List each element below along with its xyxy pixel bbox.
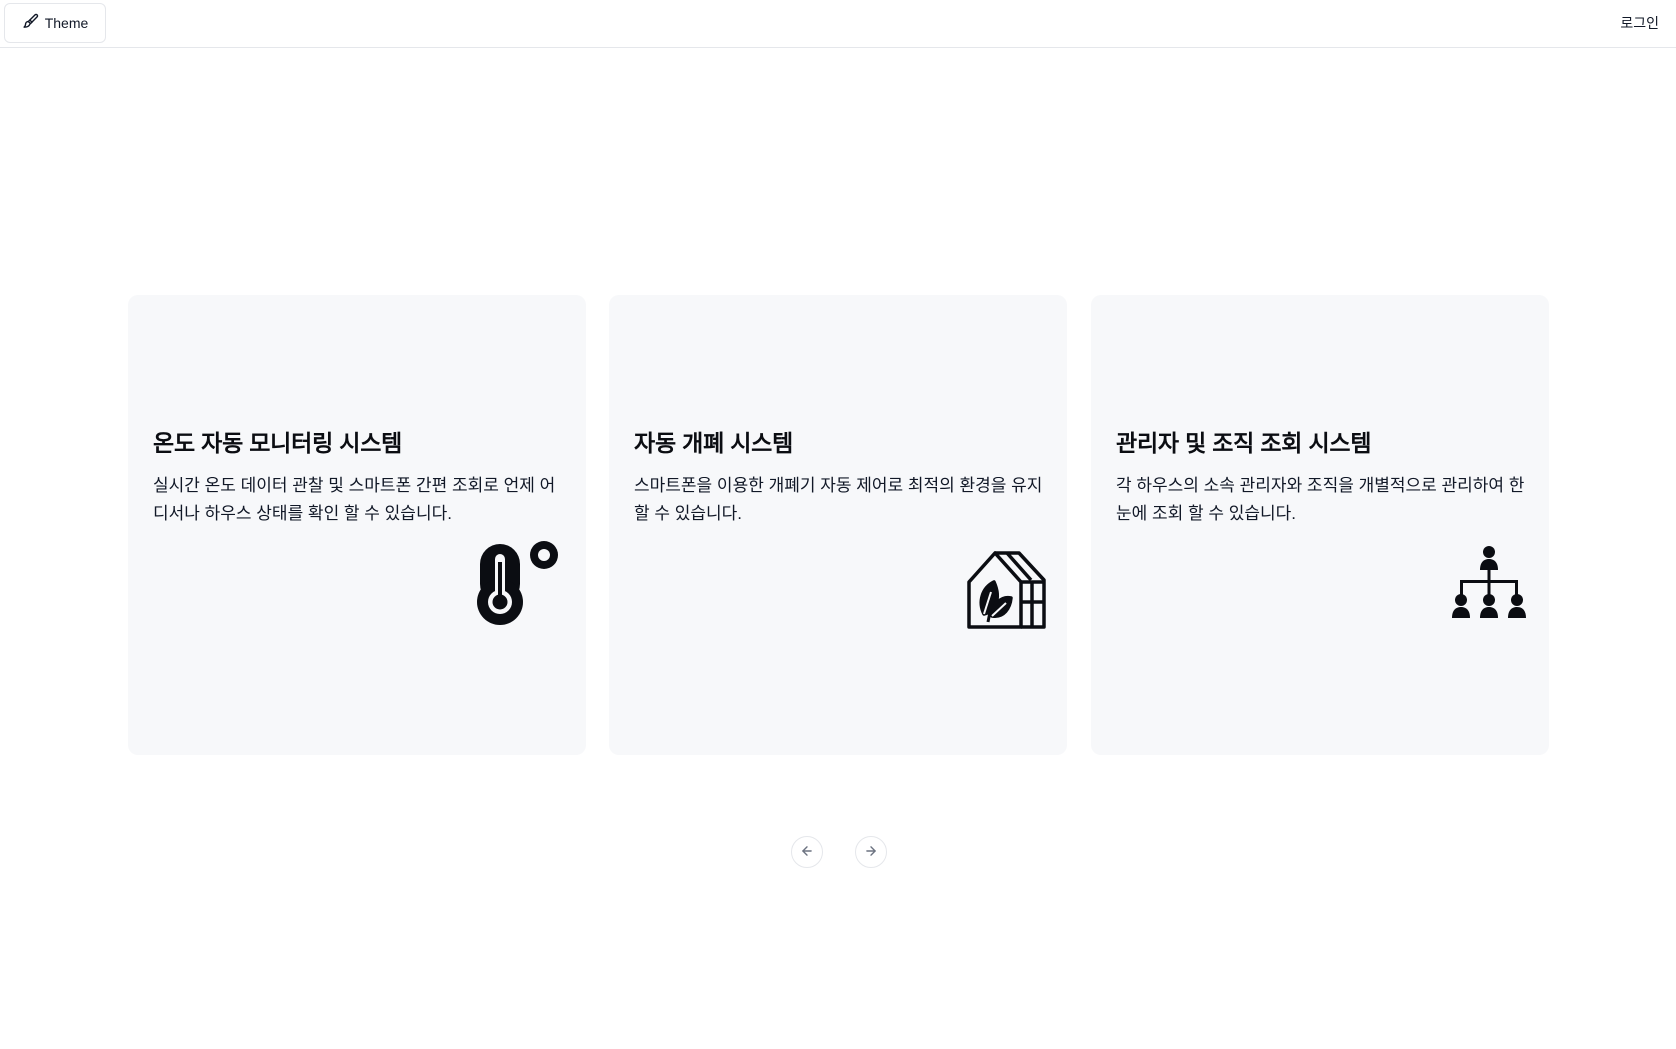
card-description: 각 하우스의 소속 관리자와 조직을 개별적으로 관리하여 한 눈에 조회 할 … <box>1116 476 1525 523</box>
org-chart-icon <box>1444 542 1534 632</box>
feature-carousel: 온도 자동 모니터링 시스템 실시간 온도 데이터 관찰 및 스마트폰 간편 조… <box>128 295 1550 755</box>
card-title: 자동 개폐 시스템 <box>634 430 794 456</box>
thermometer-icon <box>473 540 563 630</box>
login-link[interactable]: 로그인 <box>1620 13 1659 33</box>
feature-card-org: 관리자 및 조직 조회 시스템 각 하우스의 소속 관리자와 조직을 개별적으로… <box>1091 295 1549 755</box>
card-title: 온도 자동 모니터링 시스템 <box>153 430 403 456</box>
greenhouse-icon <box>964 542 1054 632</box>
arrow-right-icon <box>864 844 878 861</box>
carousel-prev-button[interactable] <box>791 836 823 868</box>
top-bar: Theme 로그인 <box>0 0 1676 48</box>
theme-button-label: Theme <box>44 15 89 31</box>
card-title: 관리자 및 조직 조회 시스템 <box>1116 430 1372 456</box>
paint-brush-icon <box>22 13 39 33</box>
arrow-left-icon <box>800 844 814 861</box>
card-description: 스마트폰을 이용한 개폐기 자동 제어로 최적의 환경을 유지 할 수 있습니다… <box>634 476 1043 523</box>
feature-card-auto-open: 자동 개폐 시스템 스마트폰을 이용한 개폐기 자동 제어로 최적의 환경을 유… <box>609 295 1067 755</box>
feature-card-temperature: 온도 자동 모니터링 시스템 실시간 온도 데이터 관찰 및 스마트폰 간편 조… <box>128 295 586 755</box>
theme-button[interactable]: Theme <box>4 3 106 43</box>
card-description: 실시간 온도 데이터 관찰 및 스마트폰 간편 조회로 언제 어디서나 하우스 … <box>153 476 556 523</box>
carousel-next-button[interactable] <box>855 836 887 868</box>
